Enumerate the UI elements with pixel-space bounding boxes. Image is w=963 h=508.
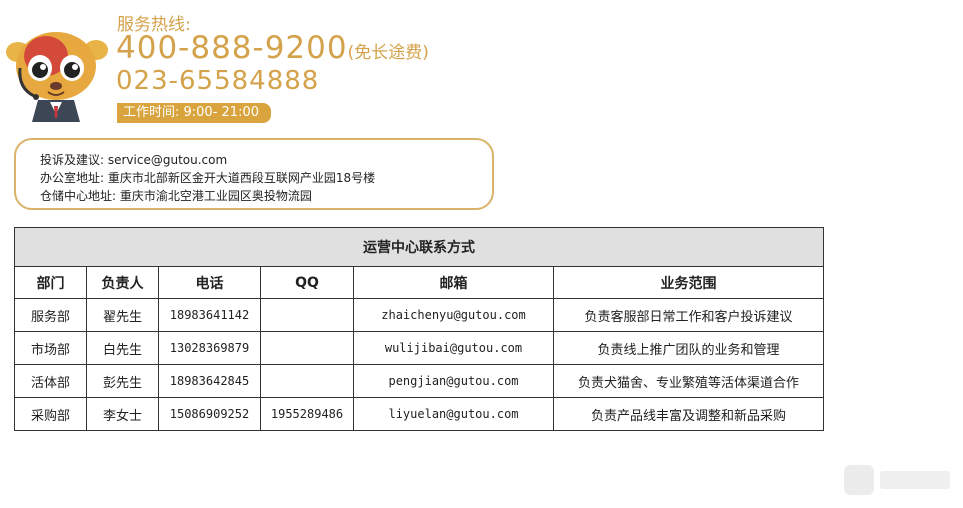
cell-email[interactable]: wulijibai@gutou.com bbox=[353, 331, 554, 365]
contact-info-box: 投诉及建议: service@gutou.com 办公室地址: 重庆市北部新区金… bbox=[14, 138, 494, 210]
header-email: 邮箱 bbox=[353, 266, 554, 299]
cell-qq bbox=[260, 364, 354, 398]
cell-department: 服务部 bbox=[14, 298, 87, 332]
operations-contact-table: 运营中心联系方式 部门 负责人 电话 QQ 邮箱 业务范围 服务部 翟先生 18… bbox=[13, 227, 825, 431]
cell-qq bbox=[260, 331, 354, 365]
hotline-number-value: 400-888-9200 bbox=[116, 30, 348, 66]
cell-manager: 白先生 bbox=[86, 331, 159, 365]
dog-mascot-headset-icon bbox=[6, 32, 108, 122]
table-title: 运营中心联系方式 bbox=[13, 227, 825, 267]
complaint-email: 投诉及建议: service@gutou.com bbox=[40, 153, 228, 167]
header-qq: QQ bbox=[260, 266, 354, 299]
cell-scope: 负责犬猫舍、专业繁殖等活体渠道合作 bbox=[552, 364, 825, 398]
office-address: 办公室地址: 重庆市北部新区金开大道西段互联网产业园18号楼 bbox=[40, 171, 376, 185]
cell-phone: 15086909252 bbox=[158, 397, 261, 431]
cell-phone: 13028369879 bbox=[158, 331, 261, 365]
secondary-phone: 023-65584888 bbox=[116, 66, 320, 96]
cell-email[interactable]: liyuelan@gutou.com bbox=[353, 397, 554, 431]
header-manager: 负责人 bbox=[86, 266, 159, 299]
header-department: 部门 bbox=[14, 266, 87, 299]
hotline-note: (免长途费) bbox=[347, 43, 429, 63]
cell-qq bbox=[260, 298, 354, 332]
table-row: 活体部 彭先生 18983642845 pengjian@gutou.com 负… bbox=[14, 364, 825, 398]
cell-department: 活体部 bbox=[14, 364, 87, 398]
cell-qq: 1955289486 bbox=[260, 397, 354, 431]
cell-email[interactable]: pengjian@gutou.com bbox=[353, 364, 554, 398]
table-row: 市场部 白先生 13028369879 wulijibai@gutou.com … bbox=[14, 331, 825, 365]
header-scope: 业务范围 bbox=[552, 266, 825, 299]
cell-manager: 李女士 bbox=[86, 397, 159, 431]
cell-manager: 彭先生 bbox=[86, 364, 159, 398]
cell-department: 市场部 bbox=[14, 331, 87, 365]
table-row: 采购部 李女士 15086909252 1955289486 liyuelan@… bbox=[14, 397, 825, 431]
cell-phone: 18983642845 bbox=[158, 364, 261, 398]
hotline-number: 400-888-9200(免长途费) bbox=[116, 30, 429, 66]
cell-department: 采购部 bbox=[14, 397, 87, 431]
table-row: 服务部 翟先生 18983641142 zhaichenyu@gutou.com… bbox=[14, 298, 825, 332]
cell-phone: 18983641142 bbox=[158, 298, 261, 332]
cell-scope: 负责客服部日常工作和客户投诉建议 bbox=[552, 298, 825, 332]
cell-scope: 负责产品线丰富及调整和新品采购 bbox=[552, 397, 825, 431]
cell-scope: 负责线上推广团队的业务和管理 bbox=[552, 331, 825, 365]
header-phone: 电话 bbox=[158, 266, 261, 299]
cell-email[interactable]: zhaichenyu@gutou.com bbox=[353, 298, 554, 332]
cell-manager: 翟先生 bbox=[86, 298, 159, 332]
watermark-logo-icon bbox=[844, 465, 950, 495]
warehouse-address: 仓储中心地址: 重庆市渝北空港工业园区奥投物流园 bbox=[40, 189, 312, 203]
working-hours-badge: 工作时间: 9:00- 21:00 bbox=[117, 103, 271, 123]
